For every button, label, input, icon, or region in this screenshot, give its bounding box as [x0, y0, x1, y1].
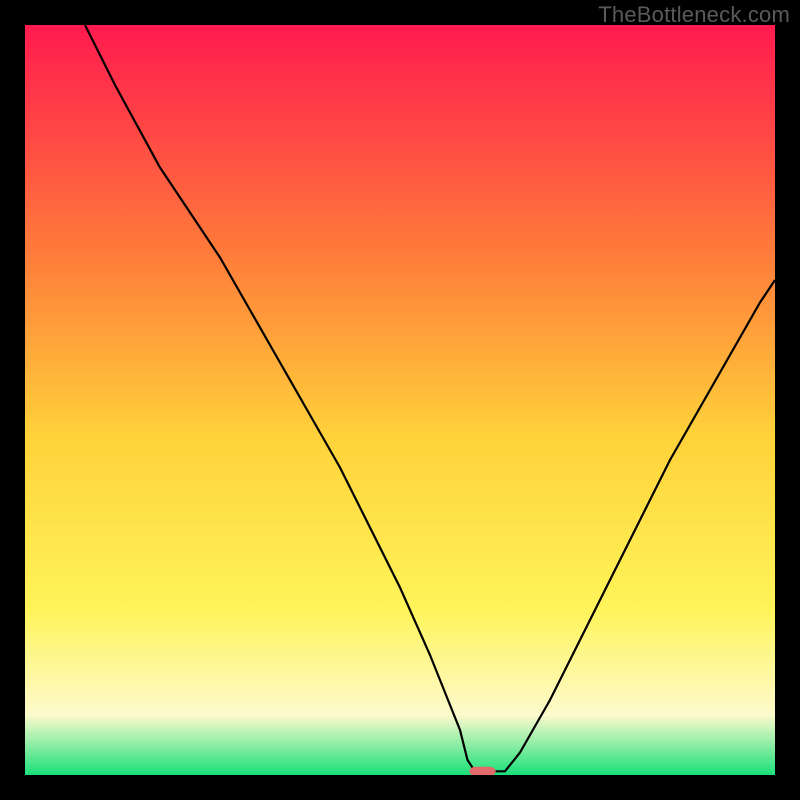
chart-frame: TheBottleneck.com: [0, 0, 800, 800]
gradient-background: [25, 25, 775, 775]
optimum-marker: [469, 767, 495, 775]
watermark-text: TheBottleneck.com: [598, 2, 790, 28]
plot-svg: [25, 25, 775, 775]
plot-area: [25, 25, 775, 775]
